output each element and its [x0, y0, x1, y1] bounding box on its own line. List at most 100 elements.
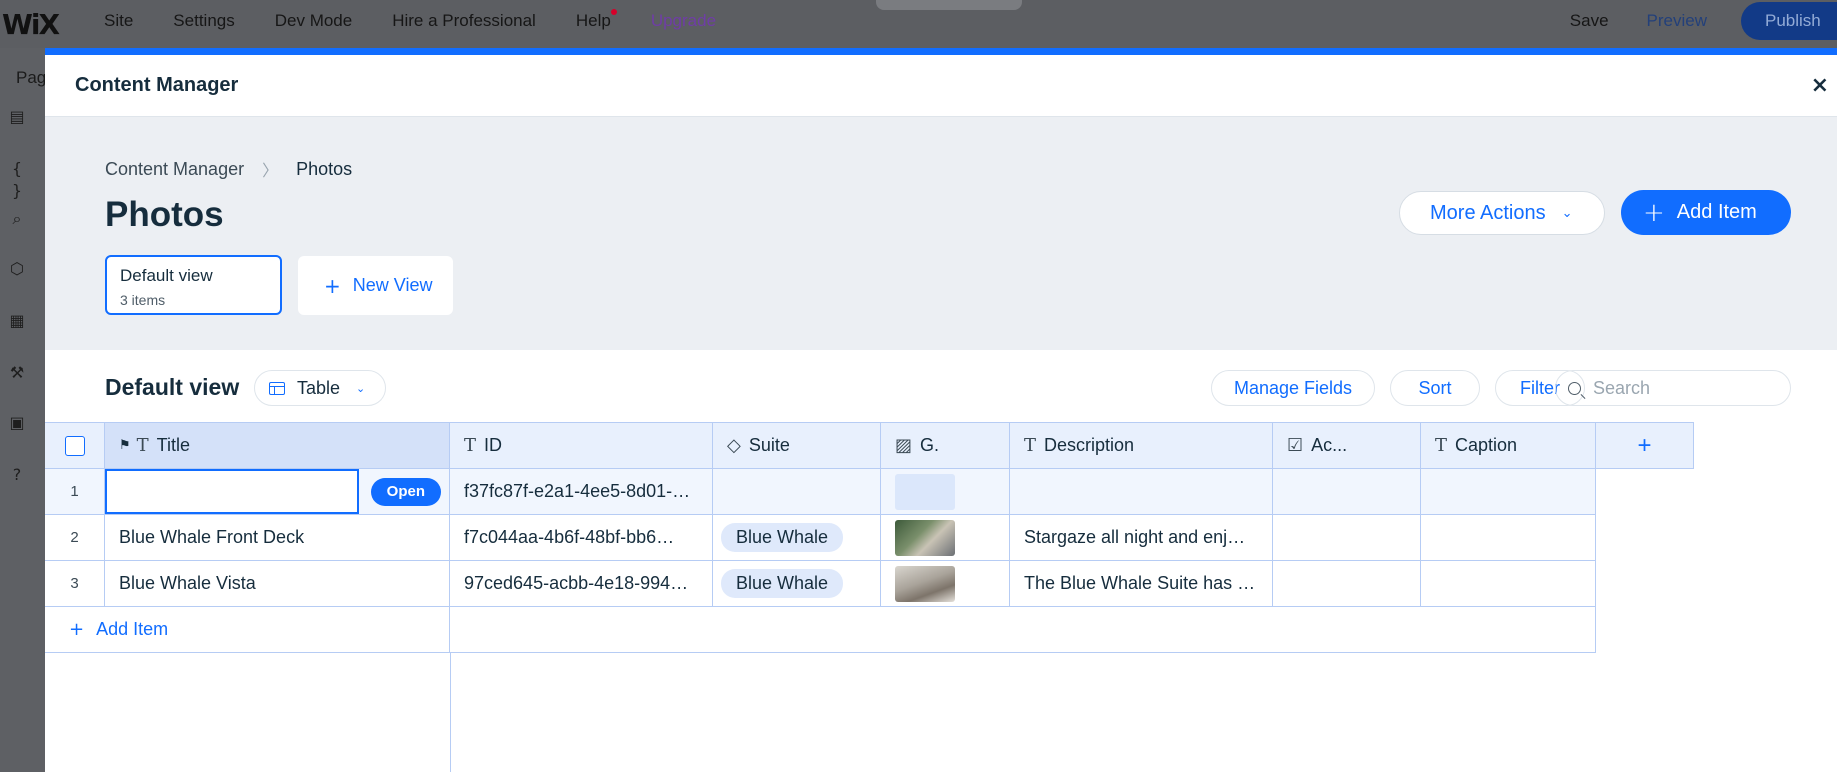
table-row[interactable]: 1 Open f37fc87f-e2a1-4ee5-8d01-… — [45, 469, 1596, 515]
view-name: Default view — [120, 266, 213, 285]
preview-button[interactable]: Preview — [1647, 11, 1707, 31]
save-button[interactable]: Save — [1570, 11, 1609, 31]
ac-cell[interactable] — [1273, 515, 1421, 560]
menu-upgrade[interactable]: Upgrade — [651, 11, 716, 31]
column-header-gallery[interactable]: ▨ G. — [881, 423, 1010, 468]
photo-thumbnail — [895, 565, 955, 602]
suite-cell[interactable] — [713, 469, 881, 514]
publish-button[interactable]: Publish — [1741, 2, 1837, 40]
sort-button[interactable]: Sort — [1390, 370, 1480, 406]
column-header-caption[interactable]: T Caption — [1421, 423, 1596, 468]
layout-label: Table — [297, 377, 341, 398]
code-icon[interactable]: { } — [6, 158, 28, 200]
checkbox-type-icon: ☑ — [1287, 435, 1304, 456]
chevron-right-icon: 〉 — [262, 161, 279, 180]
layout-dropdown[interactable]: Table ⌄ — [254, 370, 386, 406]
wix-logo[interactable]: WiX — [2, 8, 60, 41]
ac-cell[interactable] — [1273, 561, 1421, 606]
column-header-title[interactable]: ⚑ T Title — [105, 423, 450, 468]
table-row[interactable]: 3 Blue Whale Vista 97ced645-acbb-4e18-99… — [45, 561, 1596, 607]
chevron-down-icon: ⌄ — [356, 381, 366, 395]
cube-icon[interactable]: ⬡ — [6, 258, 28, 280]
caption-cell[interactable] — [1421, 469, 1596, 514]
gallery-cell[interactable] — [881, 469, 1010, 514]
description-cell[interactable] — [1010, 469, 1273, 514]
tools-icon[interactable]: ⚒ — [6, 362, 28, 384]
menu-hire-professional[interactable]: Hire a Professional — [392, 11, 536, 31]
search-input[interactable]: Search — [1555, 370, 1791, 406]
suite-tag: Blue Whale — [721, 523, 844, 552]
page-title: Photos — [105, 195, 224, 234]
image-placeholder — [895, 473, 955, 510]
title-cell[interactable]: Open — [105, 469, 450, 514]
table-icon[interactable]: ▦ — [6, 310, 28, 332]
add-column-button[interactable]: + — [1596, 423, 1694, 468]
title-cell[interactable]: Blue Whale Vista — [105, 561, 450, 606]
row-number: 2 — [45, 515, 105, 560]
caption-cell[interactable] — [1421, 515, 1596, 560]
collection-header: Content Manager 〉 Photos Photos More Act… — [45, 117, 1837, 350]
column-label: Ac... — [1311, 435, 1348, 455]
suite-cell[interactable]: Blue Whale — [713, 561, 881, 606]
description-cell[interactable]: The Blue Whale Suite has … — [1010, 561, 1273, 606]
add-item-link[interactable]: + Add Item — [45, 607, 450, 652]
text-type-icon: T — [464, 435, 477, 456]
menu-help[interactable]: Help — [575, 9, 617, 31]
menu-site[interactable]: Site — [104, 11, 133, 31]
id-cell[interactable]: f37fc87f-e2a1-4ee5-8d01-… — [450, 469, 713, 514]
description-cell[interactable]: Stargaze all night and enj… — [1010, 515, 1273, 560]
help-icon[interactable]: ? — [6, 464, 28, 486]
title-cell[interactable]: Blue Whale Front Deck — [105, 515, 450, 560]
breadcrumb-root[interactable]: Content Manager — [105, 159, 244, 180]
menu-dev-mode[interactable]: Dev Mode — [275, 11, 352, 31]
add-item-button[interactable]: + Add Item — [1621, 190, 1791, 235]
gallery-cell[interactable] — [881, 515, 1010, 560]
chevron-down-icon: ⌄ — [1561, 205, 1573, 221]
more-actions-button[interactable]: More Actions ⌄ — [1399, 191, 1605, 235]
caption-cell[interactable] — [1421, 561, 1596, 606]
close-icon[interactable]: × — [1811, 73, 1829, 98]
row-number: 1 — [45, 469, 105, 514]
id-cell[interactable]: f7c044aa-4b6f-48bf-bb6… — [450, 515, 713, 560]
ac-cell[interactable] — [1273, 469, 1421, 514]
pages-icon[interactable]: ▤ — [6, 106, 28, 128]
table-header: ⚑ T Title T ID ◇ Suite ▨ G. T Descriptio… — [45, 422, 1694, 469]
id-cell[interactable]: 97ced645-acbb-4e18-994… — [450, 561, 713, 606]
column-label: Title — [156, 435, 191, 455]
column-header-ac[interactable]: ☑ Ac... — [1273, 423, 1421, 468]
modal-header: Content Manager × — [45, 55, 1837, 117]
column-label: Caption — [1455, 435, 1518, 455]
title-edit-field[interactable] — [105, 469, 359, 514]
suite-tag: Blue Whale — [721, 569, 844, 598]
row-number: 3 — [45, 561, 105, 606]
photo-thumbnail — [895, 519, 955, 556]
manage-fields-button[interactable]: Manage Fields — [1211, 370, 1375, 406]
default-view-card[interactable]: Default view 3 items — [105, 255, 282, 315]
search-placeholder: Search — [1593, 377, 1651, 398]
menu-help-label: Help — [575, 11, 611, 30]
suite-cell[interactable]: Blue Whale — [713, 515, 881, 560]
plus-icon: + — [324, 273, 341, 298]
top-actions: Save Preview Publish — [1570, 0, 1837, 42]
select-all-cell — [45, 423, 105, 468]
breadcrumb-current: Photos — [296, 158, 353, 179]
flag-icon: ⚑ — [119, 438, 131, 453]
open-item-button[interactable]: Open — [370, 477, 441, 506]
breadcrumb: Content Manager 〉 Photos — [105, 157, 352, 181]
column-header-description[interactable]: T Description — [1010, 423, 1273, 468]
text-type-icon: T — [136, 435, 149, 456]
plus-icon: + — [69, 619, 85, 640]
page-selector-tab[interactable] — [876, 0, 1022, 10]
new-view-button[interactable]: + New View — [298, 256, 453, 315]
column-label: Suite — [748, 435, 790, 455]
notification-dot-icon — [610, 9, 617, 15]
table-row[interactable]: 2 Blue Whale Front Deck f7c044aa-4b6f-48… — [45, 515, 1596, 561]
search-icon[interactable]: ⌕ — [6, 208, 28, 230]
apps-icon[interactable]: ▣ — [6, 412, 28, 434]
column-header-suite[interactable]: ◇ Suite — [713, 423, 881, 468]
select-all-checkbox[interactable] — [64, 435, 85, 456]
gallery-cell[interactable] — [881, 561, 1010, 606]
menu-settings[interactable]: Settings — [173, 11, 234, 31]
column-header-id[interactable]: T ID — [450, 423, 713, 468]
add-item-row: + Add Item — [45, 607, 1596, 653]
